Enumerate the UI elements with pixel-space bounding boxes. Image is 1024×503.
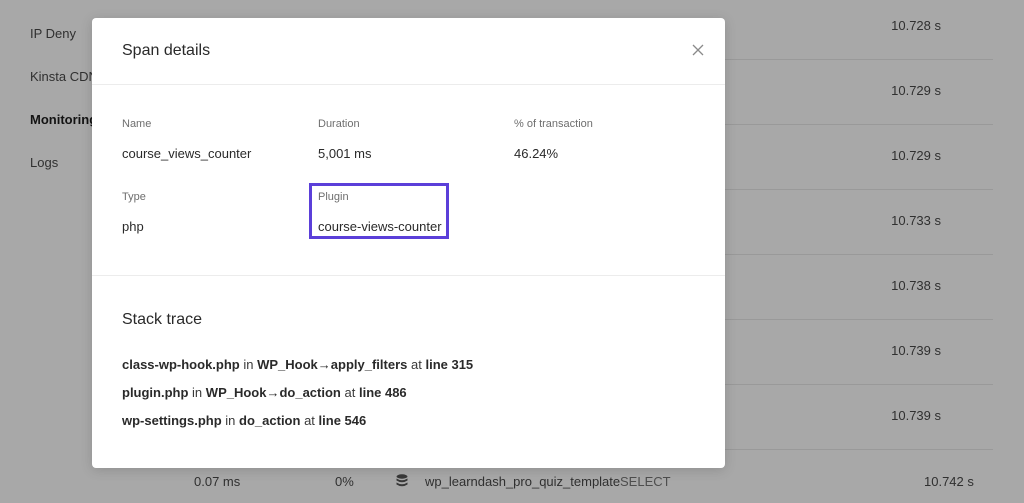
trace-at: at [304,413,315,428]
trace-in: in [243,357,254,372]
stack-trace-line: plugin.php in WP_Hook→do_action at line … [122,385,407,400]
plugin-value: course-views-counter [318,219,442,234]
trace-at: at [411,357,422,372]
stack-trace-line: wp-settings.php in do_action at line 546 [122,413,366,428]
close-icon[interactable] [691,43,705,57]
trace-line-number: line 546 [318,413,367,428]
trace-function: do_action [239,413,301,428]
duration-label: Duration [318,118,360,130]
trace-file: plugin.php [122,385,189,400]
trace-line-number: line 486 [358,385,407,400]
stack-trace-line: class-wp-hook.php in WP_Hook→apply_filte… [122,357,473,372]
trace-function: WP_Hook→apply_filters [257,357,408,372]
trace-file: class-wp-hook.php [122,357,240,372]
percent-label: % of transaction [514,118,593,130]
percent-value: 46.24% [514,146,559,161]
name-value: course_views_counter [122,146,252,161]
stack-trace-title: Stack trace [122,311,203,328]
trace-file: wp-settings.php [122,413,222,428]
modal-title: Span details [122,42,211,59]
trace-in: in [225,413,236,428]
header-divider [92,84,725,85]
type-value: php [122,219,144,234]
type-label: Type [122,191,146,203]
section-divider [92,275,725,276]
name-label: Name [122,118,152,130]
plugin-label: Plugin [318,191,349,203]
trace-in: in [192,385,203,400]
span-details-modal: Span details Name course_views_counter D… [92,18,725,468]
trace-at: at [344,385,356,400]
trace-line-number: line 315 [425,357,474,372]
duration-value: 5,001 ms [318,146,372,161]
trace-function: WP_Hook→do_action [205,385,341,400]
